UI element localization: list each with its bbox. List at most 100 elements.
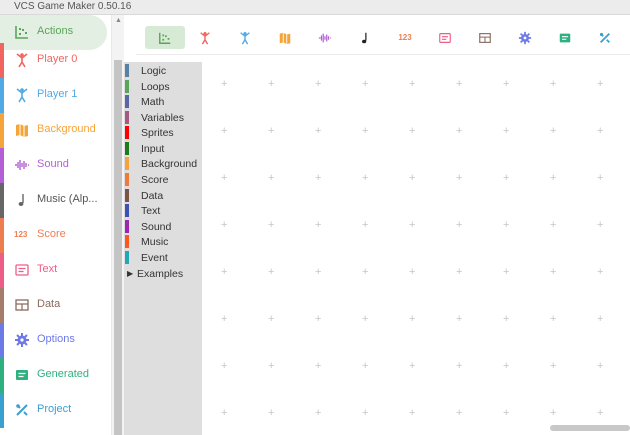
grid-plus-mark: + bbox=[503, 172, 510, 184]
grid-plus-mark: + bbox=[315, 360, 322, 372]
toolbox-category-music[interactable]: Music bbox=[124, 234, 202, 249]
toolbox-category-text[interactable]: Text bbox=[124, 203, 202, 218]
toolbox-category-score[interactable]: Score bbox=[124, 172, 202, 187]
nav-scrollbar[interactable]: ▲ bbox=[112, 15, 124, 435]
toolbar-sound-button[interactable] bbox=[305, 26, 345, 49]
grid-plus-mark: + bbox=[362, 407, 369, 419]
nav-item-score[interactable]: 123 Score bbox=[0, 218, 112, 253]
toolbox-category-logic[interactable]: Logic bbox=[124, 63, 202, 78]
toolbox-category-data[interactable]: Data bbox=[124, 188, 202, 203]
nav-item-sound[interactable]: Sound bbox=[0, 148, 112, 183]
toolbar-project-button[interactable] bbox=[585, 26, 625, 49]
category-label: Variables bbox=[141, 112, 184, 124]
grid-plus-mark: + bbox=[503, 78, 510, 90]
toolbox-category-input[interactable]: Input bbox=[124, 141, 202, 156]
nav-item-generated[interactable]: Generated bbox=[0, 358, 112, 393]
tools-icon bbox=[599, 32, 610, 43]
window-title: VCS Game Maker 0.50.16 bbox=[14, 1, 132, 12]
scroll-up-arrow-icon[interactable]: ▲ bbox=[115, 17, 122, 24]
grid-plus-mark: + bbox=[221, 172, 228, 184]
table-icon bbox=[15, 299, 29, 311]
category-label: Event bbox=[141, 252, 168, 264]
nav-label: Actions bbox=[37, 25, 74, 37]
toolbar-generated-button[interactable] bbox=[545, 26, 585, 49]
category-color bbox=[125, 235, 129, 248]
grid-plus-mark: + bbox=[550, 172, 557, 184]
grid-plus-mark: + bbox=[362, 78, 369, 90]
toolbar-data-button[interactable] bbox=[465, 26, 505, 49]
category-label: Text bbox=[141, 205, 161, 217]
nav-item-music[interactable]: Music (Alp... bbox=[0, 183, 112, 218]
nav-label: Data bbox=[37, 298, 61, 310]
player0-icon bbox=[200, 31, 210, 44]
grid-plus-mark: + bbox=[503, 219, 510, 231]
nav-item-player0[interactable]: Player 0 bbox=[0, 43, 112, 78]
nav-color-bar bbox=[0, 78, 4, 113]
category-color bbox=[125, 251, 129, 264]
grid-plus-mark: + bbox=[550, 313, 557, 325]
toolbox-category-variables[interactable]: Variables bbox=[124, 110, 202, 125]
nav-item-data[interactable]: Data bbox=[0, 288, 112, 323]
grid-plus-mark: + bbox=[268, 78, 275, 90]
grid-plus-mark: + bbox=[409, 125, 416, 137]
category-color bbox=[125, 220, 129, 233]
category-color bbox=[125, 173, 129, 186]
score-123-icon: 123 bbox=[398, 33, 412, 42]
scrollbar-thumb[interactable] bbox=[114, 60, 122, 435]
grid-plus-mark: + bbox=[362, 125, 369, 137]
music-note-icon bbox=[18, 194, 24, 206]
toolbar-music-button[interactable] bbox=[345, 26, 385, 49]
toolbar-player0-button[interactable] bbox=[185, 26, 225, 49]
text-icon bbox=[439, 32, 451, 43]
nav-label: Project bbox=[37, 403, 72, 415]
sound-wave-icon bbox=[15, 160, 29, 170]
grid-plus-mark: + bbox=[597, 266, 604, 278]
toolbox-category-sound[interactable]: Sound bbox=[124, 219, 202, 234]
toolbox-category-examples[interactable]: ▶ Examples bbox=[124, 266, 202, 281]
nav-color-bar bbox=[0, 358, 4, 393]
nav-item-text[interactable]: Text bbox=[0, 253, 112, 288]
nav-color-bar bbox=[0, 253, 4, 288]
category-label: Logic bbox=[141, 65, 167, 77]
grid-plus-mark: + bbox=[409, 407, 416, 419]
category-label: Input bbox=[141, 143, 165, 155]
toolbar-background-button[interactable] bbox=[265, 26, 305, 49]
nav-color-bar bbox=[0, 393, 4, 428]
workspace-horizontal-scrollbar[interactable] bbox=[550, 425, 630, 431]
toolbox-category-event[interactable]: Event bbox=[124, 250, 202, 265]
grid-plus-mark: + bbox=[550, 219, 557, 231]
grid-plus-mark: + bbox=[550, 78, 557, 90]
grid-plus-mark: + bbox=[550, 407, 557, 419]
category-label: Data bbox=[141, 190, 164, 202]
toolbar-score-button[interactable]: 123 bbox=[385, 26, 425, 49]
toolbox-category-background[interactable]: Background bbox=[124, 156, 202, 171]
nav-label: Player 1 bbox=[37, 88, 78, 100]
nav-item-project[interactable]: Project bbox=[0, 393, 112, 428]
score-123-icon: 123 bbox=[14, 230, 28, 239]
grid-plus-mark: + bbox=[409, 266, 416, 278]
grid-plus-mark: + bbox=[456, 125, 463, 137]
category-label: Examples bbox=[137, 268, 184, 280]
grid-plus-mark: + bbox=[362, 172, 369, 184]
nav-item-background[interactable]: Background bbox=[0, 113, 112, 148]
toolbar-player1-button[interactable] bbox=[225, 26, 265, 49]
toolbox-category-sprites[interactable]: Sprites bbox=[124, 125, 202, 140]
grid-plus-mark: + bbox=[503, 407, 510, 419]
nav-label: Score bbox=[37, 228, 66, 240]
grid-plus-mark: + bbox=[550, 266, 557, 278]
grid-plus-mark: + bbox=[315, 313, 322, 325]
grid-plus-mark: + bbox=[550, 360, 557, 372]
toolbox-category-math[interactable]: Math bbox=[124, 94, 202, 109]
toolbar-options-button[interactable] bbox=[505, 26, 545, 49]
grid-plus-mark: + bbox=[456, 313, 463, 325]
toolbar-text-button[interactable] bbox=[425, 26, 465, 49]
block-workspace[interactable]: + + + + + + + + + + + + + + + + + + + + + + + + + + + + + + + + + + + + + + + +… bbox=[202, 62, 630, 435]
category-label: Score bbox=[141, 174, 169, 186]
nav-item-options[interactable]: Options bbox=[0, 323, 112, 358]
toolbar-actions-button[interactable] bbox=[145, 26, 185, 49]
toolbox-category-loops[interactable]: Loops bbox=[124, 79, 202, 94]
tools-icon bbox=[16, 404, 28, 416]
block-toolbox: Logic Loops Math Variables Sprites Input… bbox=[124, 62, 202, 435]
nav-item-player1[interactable]: Player 1 bbox=[0, 78, 112, 113]
grid-plus-mark: + bbox=[503, 360, 510, 372]
